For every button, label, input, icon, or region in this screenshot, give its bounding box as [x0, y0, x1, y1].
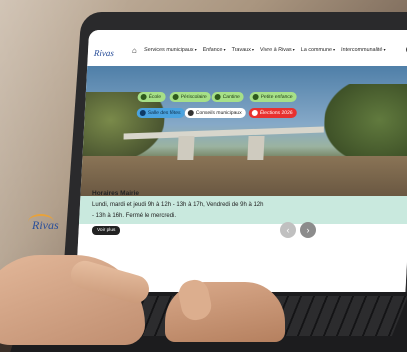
- menu-enfance[interactable]: Enfance: [202, 47, 225, 53]
- trees-right: [322, 84, 407, 164]
- menu-la-commune[interactable]: La commune: [301, 47, 336, 53]
- voir-plus-button[interactable]: Voir plus: [92, 226, 121, 235]
- bridge-pillar: [247, 136, 265, 160]
- menu-travaux[interactable]: Travaux: [231, 47, 254, 53]
- carousel-prev-button[interactable]: ‹: [280, 222, 296, 238]
- quick-link-label: École: [148, 94, 162, 100]
- trees-left: [80, 92, 166, 162]
- quick-link-petite-enfance[interactable]: Petite enfance: [249, 92, 297, 102]
- mint-band: [78, 196, 407, 224]
- ballot-icon: [251, 110, 258, 116]
- menu-services-municipaux[interactable]: Services municipaux: [144, 47, 197, 53]
- quick-link-label: Conseils municipaux: [195, 110, 242, 116]
- utensils-icon: [214, 94, 221, 100]
- building-icon: [139, 110, 146, 116]
- site-header: Rivas ⌂ Services municipaux Enfance Trav…: [87, 30, 407, 66]
- quick-link-conseils-municipaux[interactable]: Conseils municipaux: [184, 108, 246, 118]
- quick-link-salle-des-fetes[interactable]: Salle des fêtes: [136, 108, 185, 118]
- main-menu: Services municipaux Enfance Travaux Vivr…: [144, 47, 386, 53]
- site-logo[interactable]: Rivas: [94, 48, 115, 58]
- quick-link-periscolaire[interactable]: Périscolaire: [169, 92, 212, 102]
- school-icon: [140, 94, 147, 100]
- menu-vivre-a-rivas[interactable]: Vivre à Rivas: [260, 47, 295, 53]
- rivas-logo: Rivas: [32, 218, 59, 232]
- menu-intercommunalite[interactable]: Intercommunalité: [341, 47, 386, 53]
- quick-link-label: Salle des fêtes: [147, 110, 181, 116]
- hours-text-line-1: Lundi, mardi et jeudi 9h à 12h - 13h à 1…: [92, 202, 264, 208]
- quick-link-label: Cantine: [222, 94, 241, 100]
- quick-link-label: Petite enfance: [260, 94, 293, 100]
- home-icon[interactable]: ⌂: [132, 46, 137, 55]
- hours-text-line-2: - 13h à 16h. Fermé le mercredi.: [92, 213, 177, 219]
- document-icon: [187, 110, 194, 116]
- hours-title: Horaires Mairie: [92, 190, 139, 197]
- quick-link-cantine[interactable]: Cantine: [211, 92, 245, 102]
- quick-link-label: Élections 2026: [259, 110, 293, 116]
- child-icon: [172, 94, 179, 100]
- quick-link-ecole[interactable]: École: [137, 92, 166, 102]
- bridge-pillar: [177, 136, 195, 160]
- quick-link-label: Périscolaire: [180, 94, 207, 100]
- carousel-next-button[interactable]: ›: [300, 222, 316, 238]
- laptop-screen: Rivas ⌂ Services municipaux Enfance Trav…: [74, 30, 407, 302]
- hero-image: École Périscolaire Cantine Petite enfanc…: [80, 66, 407, 196]
- quick-link-elections-2026[interactable]: Élections 2026: [248, 108, 297, 118]
- heart-icon: [252, 94, 259, 100]
